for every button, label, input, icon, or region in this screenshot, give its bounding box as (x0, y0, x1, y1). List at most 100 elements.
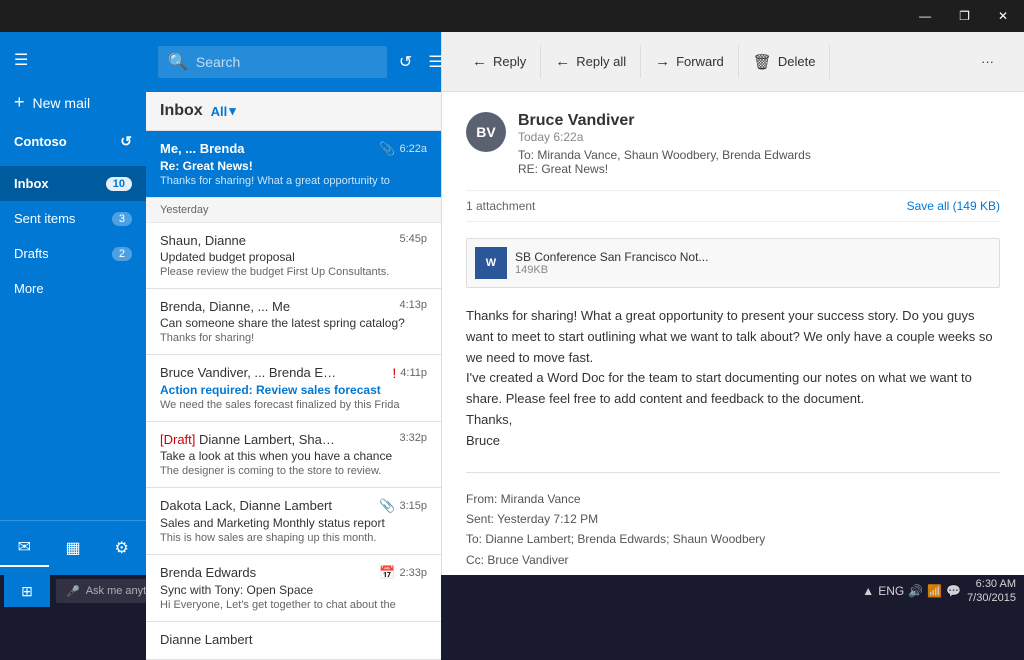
reply-button[interactable]: ← Reply (458, 45, 541, 78)
forwarded-cc: Cc: Bruce Vandiver (466, 550, 1000, 570)
email-header: BV Bruce Vandiver Today 6:22a To: Mirand… (466, 112, 1000, 176)
email-sender: Dianne Lambert (160, 632, 253, 647)
search-input[interactable] (196, 54, 377, 70)
email-sender: Shaun, Dianne (160, 233, 246, 248)
email-timestamp: Today 6:22a (518, 130, 1000, 144)
inbox-badge: 10 (106, 177, 132, 191)
maximize-button[interactable]: ❐ (951, 5, 978, 27)
account-row: Contoso ↺ (0, 125, 146, 158)
attachment-bar: 1 attachment Save all (149 KB) (466, 190, 1000, 222)
language-icon[interactable]: ENG (878, 584, 904, 598)
reply-all-button[interactable]: ← Reply all (541, 45, 641, 78)
email-time: 4:11p (400, 367, 427, 379)
email-time: 5:45p (399, 233, 427, 245)
mail-footer-btn[interactable]: ✉ (0, 529, 49, 567)
email-preview: We need the sales forecast finalized by … (160, 399, 427, 411)
sidebar-footer: ✉ ▦ ⚙ (0, 520, 146, 575)
email-sender: Me, ... Brenda (160, 141, 245, 156)
email-divider (466, 472, 1000, 473)
email-item-1[interactable]: Me, ... Brenda 📎 6:22a Re: Great News! T… (146, 131, 441, 198)
reply-icon: ← (472, 53, 487, 70)
notification-icon[interactable]: 💬 (946, 584, 961, 598)
new-mail-label: New mail (33, 95, 91, 111)
volume-icon[interactable]: 🔊 (908, 584, 923, 598)
refresh-icon[interactable]: ↺ (120, 133, 132, 150)
drafts-badge: 2 (112, 247, 132, 261)
sidebar-item-drafts[interactable]: Drafts 2 (0, 236, 146, 271)
forward-label: Forward (676, 54, 724, 69)
delete-label: Delete (778, 54, 816, 69)
save-all-link[interactable]: Save all (149 KB) (907, 199, 1000, 213)
hamburger-button[interactable]: ☰ (0, 40, 146, 80)
email-subject: Action required: Review sales forecast (160, 383, 427, 397)
network-icon[interactable]: 📶 (927, 584, 942, 598)
email-content: BV Bruce Vandiver Today 6:22a To: Mirand… (442, 92, 1024, 575)
file-size: 149KB (515, 264, 708, 276)
date-separator: Yesterday (146, 198, 441, 223)
calendar-footer-btn[interactable]: ▦ (49, 529, 98, 567)
delete-button[interactable]: 🗑 Delete (739, 45, 831, 79)
attachment-file[interactable]: W SB Conference San Francisco Not... 149… (466, 238, 1000, 288)
email-preview: Thanks for sharing! What a great opportu… (160, 175, 427, 187)
email-item-3[interactable]: Brenda, Dianne, ... Me 4:13p Can someone… (146, 289, 441, 355)
more-label: ··· (981, 54, 994, 69)
email-item-8[interactable]: Dianne Lambert (146, 622, 441, 660)
avatar: BV (466, 112, 506, 152)
close-button[interactable]: ✕ (990, 5, 1016, 27)
email-sender: [Draft] Dianne Lambert, Shaun Woo (160, 432, 340, 447)
email-time: 6:22a (399, 143, 427, 155)
forwarded-from: From: Miranda Vance (466, 489, 1000, 509)
file-info: SB Conference San Francisco Not... 149KB (515, 250, 708, 276)
file-name: SB Conference San Francisco Not... (515, 250, 708, 264)
email-time: 3:32p (399, 432, 427, 444)
important-icon: ! (392, 365, 396, 381)
email-subject: Sync with Tony: Open Space (160, 583, 427, 597)
more-actions-button[interactable]: ··· (967, 46, 1008, 77)
delete-icon: 🗑 (753, 53, 772, 71)
taskbar-right: ▲ ENG 🔊 📶 💬 6:30 AM 7/30/2015 (862, 577, 1020, 606)
attachment-icon: 📎 (379, 498, 395, 514)
subject-line: RE: Great News! (518, 162, 1000, 176)
reply-all-icon: ← (555, 53, 570, 70)
plus-icon: + (14, 92, 25, 113)
filter-button[interactable]: All ▾ (211, 103, 236, 119)
refresh-toolbar-icon[interactable]: ↺ (395, 48, 416, 76)
chevron-down-icon: ▾ (229, 103, 236, 119)
view-toolbar: ← Reply ← Reply all → Forward 🗑 Delete ·… (442, 32, 1024, 92)
settings-footer-btn[interactable]: ⚙ (97, 529, 146, 567)
start-button[interactable]: ⊞ (4, 575, 50, 607)
email-item-2[interactable]: Shaun, Dianne 5:45p Updated budget propo… (146, 223, 441, 289)
calendar-date: 7/30/2015 (967, 591, 1016, 605)
search-box[interactable]: 🔍 (158, 46, 387, 78)
email-subject: Updated budget proposal (160, 250, 427, 264)
email-item-7[interactable]: Brenda Edwards 📅 2:33p Sync with Tony: O… (146, 555, 441, 622)
forward-button[interactable]: → Forward (641, 45, 739, 78)
forwarded-sent: Sent: Yesterday 7:12 PM (466, 509, 1000, 529)
taskbar-system-icons: ▲ ENG 🔊 📶 💬 (862, 584, 961, 598)
email-item-5[interactable]: [Draft] Dianne Lambert, Shaun Woo 3:32p … (146, 422, 441, 488)
email-item-6[interactable]: Dakota Lack, Dianne Lambert 📎 3:15p Sale… (146, 488, 441, 555)
inbox-label: Inbox (14, 176, 49, 191)
email-subject: Re: Great News! (160, 159, 427, 173)
taskbar-time: 6:30 AM 7/30/2015 (967, 577, 1016, 606)
chevron-up-icon[interactable]: ▲ (862, 584, 874, 598)
search-toolbar: 🔍 ↺ ☰ (146, 32, 441, 92)
email-time: 3:15p (399, 500, 427, 512)
word-file-icon: W (475, 247, 507, 279)
email-subject: Can someone share the latest spring cata… (160, 316, 427, 330)
more-button[interactable]: More (0, 271, 146, 306)
drafts-label: Drafts (14, 246, 49, 261)
email-body: Thanks for sharing! What a great opportu… (466, 306, 1000, 452)
sidebar-item-inbox[interactable]: Inbox 10 (0, 166, 146, 201)
microphone-icon: 🎤 (66, 585, 80, 598)
reply-all-label: Reply all (576, 54, 626, 69)
new-mail-button[interactable]: + New mail (0, 80, 146, 125)
sidebar-item-sent[interactable]: Sent items 3 (0, 201, 146, 236)
account-name: Contoso (14, 134, 67, 149)
windows-icon: ⊞ (21, 583, 33, 600)
sent-badge: 3 (112, 212, 132, 226)
email-item-4[interactable]: Bruce Vandiver, ... Brenda Edwards ! 4:1… (146, 355, 441, 422)
email-subject: Sales and Marketing Monthly status repor… (160, 516, 427, 530)
minimize-button[interactable]: — (911, 5, 939, 27)
email-sender: Brenda, Dianne, ... Me (160, 299, 290, 314)
